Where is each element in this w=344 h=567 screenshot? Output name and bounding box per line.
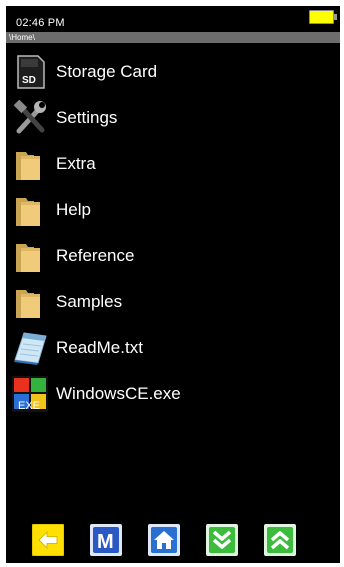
bottom-toolbar: M (6, 524, 340, 560)
double-chevron-down-icon (206, 524, 238, 556)
status-bar: 02:46 PM (6, 6, 340, 32)
file-label: Reference (56, 246, 135, 265)
file-item-storage-card[interactable]: SD Storage Card (6, 49, 340, 95)
double-chevron-up-icon (264, 524, 296, 556)
folder-icon (16, 290, 40, 318)
svg-text:SD: SD (22, 75, 36, 86)
file-item-readme[interactable]: ReadMe.txt (6, 325, 340, 371)
notepad-icon (14, 332, 47, 365)
path-bar: \Home\ (6, 32, 340, 43)
file-label: WindowsCE.exe (56, 384, 181, 403)
menu-icon: M (90, 524, 122, 556)
menu-button[interactable]: M (90, 524, 122, 556)
folder-icon (16, 152, 40, 180)
file-label: Samples (56, 292, 123, 311)
svg-text:EXE: EXE (18, 400, 40, 412)
page-up-button[interactable] (264, 524, 296, 556)
file-label: Storage Card (56, 62, 158, 81)
folder-item-samples[interactable]: Samples (6, 279, 340, 325)
folder-item-extra[interactable]: Extra (6, 141, 340, 187)
file-label: Extra (56, 154, 96, 173)
exe-icon: EXE (12, 376, 48, 412)
file-label: Help (56, 200, 91, 219)
folder-item-reference[interactable]: Reference (6, 233, 340, 279)
back-arrow-icon (32, 524, 64, 556)
svg-text:M: M (97, 531, 114, 553)
clock: 02:46 PM (16, 17, 65, 29)
file-label: ReadMe.txt (56, 338, 143, 357)
file-item-windowsce-exe[interactable]: EXE WindowsCE.exe (6, 371, 340, 417)
sd-card-icon: SD (17, 55, 45, 89)
folder-item-help[interactable]: Help (6, 187, 340, 233)
folder-icon (16, 244, 40, 272)
device-screen: 02:46 PM \Home\ SD Storage Card Settings (6, 6, 340, 563)
back-button[interactable] (32, 524, 64, 556)
battery-icon (309, 10, 337, 24)
home-icon (148, 524, 180, 556)
page-down-button[interactable] (206, 524, 238, 556)
file-label: Settings (56, 108, 118, 127)
folder-icon (16, 198, 40, 226)
file-list: SD Storage Card Settings Extra Help Refe… (6, 49, 340, 417)
tools-icon (13, 100, 46, 134)
home-button[interactable] (148, 524, 180, 556)
file-item-settings[interactable]: Settings (6, 95, 340, 141)
